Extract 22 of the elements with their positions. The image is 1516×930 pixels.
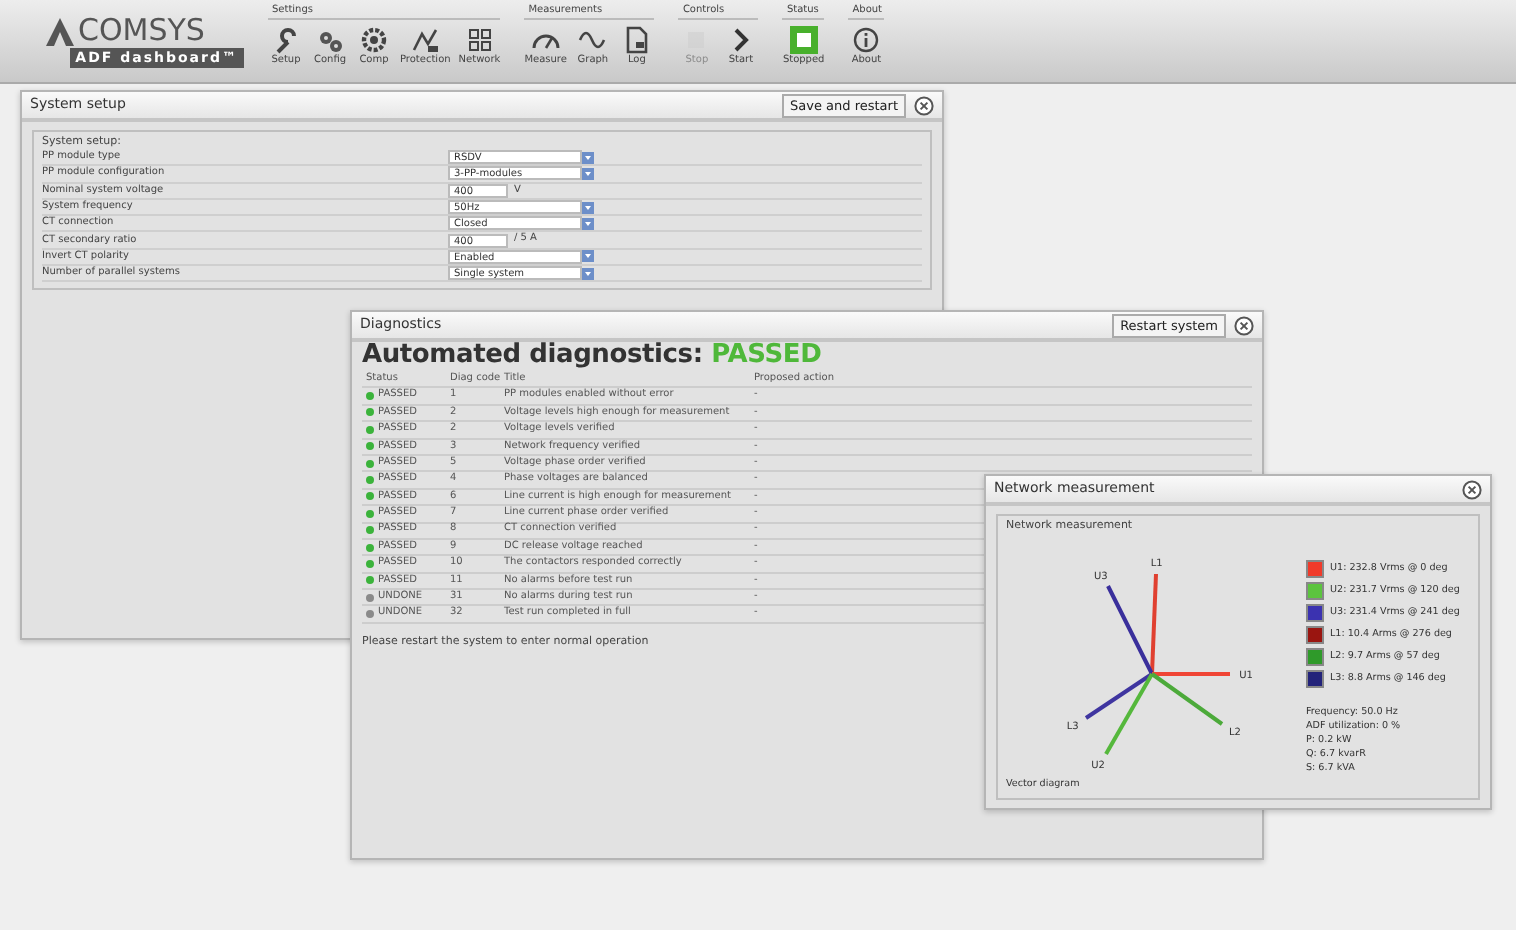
- dropdown-arrow-icon: [582, 267, 594, 280]
- diagnostics-heading: Automated diagnostics: PASSED: [362, 340, 822, 370]
- close-icon: [1234, 315, 1254, 335]
- gears-icon: [316, 26, 344, 54]
- status-indicator-icon: [789, 26, 818, 54]
- dropdown-arrow-icon: [582, 217, 594, 230]
- info-icon: [852, 26, 881, 54]
- dropdown-arrow-icon: [582, 201, 594, 214]
- wrench-icon: [272, 26, 300, 54]
- logo-text: COMSYS: [78, 16, 205, 46]
- dropdown-arrow-icon: [582, 250, 594, 263]
- close-button[interactable]: [1462, 479, 1482, 499]
- close-button[interactable]: [1234, 315, 1254, 335]
- dropdown-arrow-icon: [582, 151, 594, 164]
- gear-icon: [360, 26, 388, 54]
- triangle-logo-icon: [44, 15, 76, 47]
- close-button[interactable]: [914, 95, 934, 115]
- close-icon: [1462, 479, 1482, 499]
- close-icon: [914, 95, 934, 115]
- document-icon: [622, 26, 651, 54]
- dropdown-arrow-icon: [582, 167, 594, 180]
- sine-wave-icon: [578, 26, 607, 54]
